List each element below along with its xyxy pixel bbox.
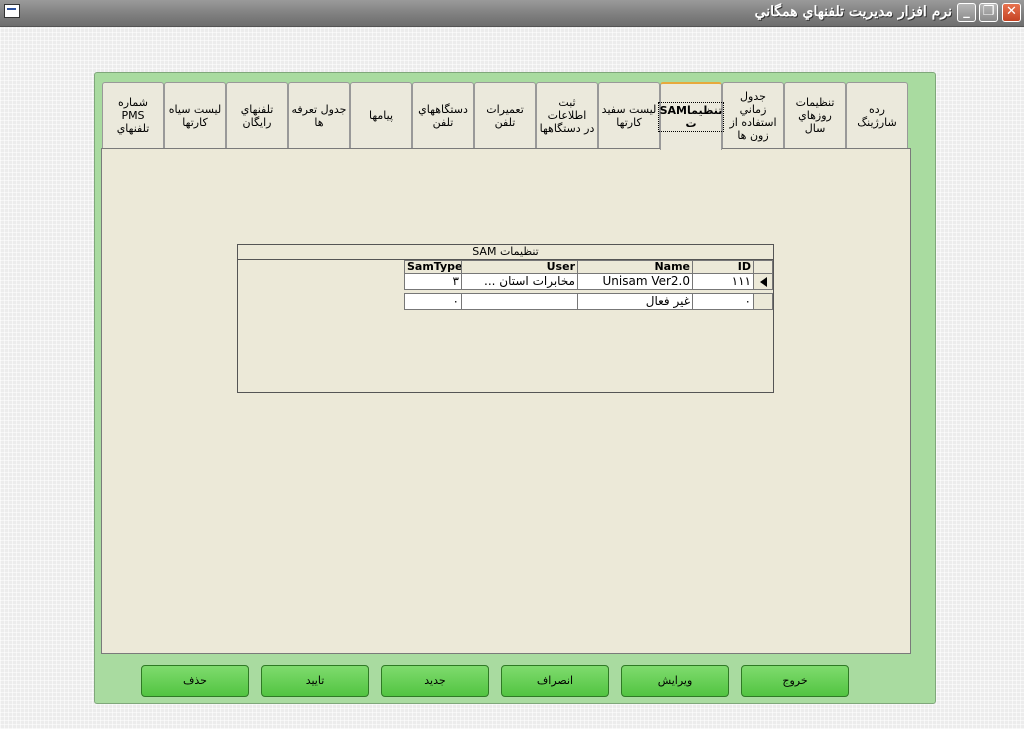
tab-panel xyxy=(101,148,911,654)
tab-sam-settings[interactable]: تنظيماSAM ت xyxy=(657,82,725,150)
tab-white-list[interactable]: ليست سفيد كارتها xyxy=(598,82,660,148)
new-button[interactable]: جديد xyxy=(381,665,489,697)
header-user[interactable]: User xyxy=(461,260,578,274)
tab-black-list[interactable]: ليست سياه كارتها xyxy=(164,82,226,148)
cell-name[interactable]: Unisam Ver2.0 xyxy=(577,273,693,290)
maximize-button[interactable]: ❐ xyxy=(979,3,998,22)
edit-button[interactable]: ويرايش xyxy=(621,665,729,697)
window-title: نرم افزار مديريت تلفنهاي همگاني xyxy=(754,4,952,20)
row-indicator[interactable] xyxy=(753,293,773,310)
cell-user[interactable] xyxy=(461,293,578,310)
cell-id[interactable]: ٠ xyxy=(692,293,754,310)
row-arrow-icon xyxy=(760,277,767,287)
delete-button[interactable]: حذف xyxy=(141,665,249,697)
tab-zone-schedule[interactable]: جدول زماني استفاده از زون ها xyxy=(722,82,784,148)
close-button[interactable]: ✕ xyxy=(1002,3,1021,22)
minimize-button[interactable]: _ xyxy=(957,3,976,22)
tab-strip: رده شارژينگ تنظيمات روزهاي سال جدول زمان… xyxy=(102,82,910,150)
grid-caption: تنظيمات SAM xyxy=(238,245,773,260)
title-bar: نرم افزار مديريت تلفنهاي همگاني _ ❐ ✕ xyxy=(0,0,1024,27)
app-icon[interactable] xyxy=(4,4,20,18)
tab-tariff-table[interactable]: جدول تعرفه ها xyxy=(288,82,350,148)
current-row-indicator[interactable] xyxy=(753,273,773,290)
header-name[interactable]: Name xyxy=(577,260,693,274)
header-samtype[interactable]: SamType xyxy=(404,260,462,274)
cell-samtype[interactable]: ٣ xyxy=(404,273,462,290)
header-indicator xyxy=(753,260,773,274)
sam-settings-grid[interactable]: تنظيمات SAM SamType User Name ID ٣ مخابر… xyxy=(237,244,774,393)
cell-user[interactable]: مخابرات استان ... xyxy=(461,273,578,290)
cell-id[interactable]: ١١١ xyxy=(692,273,754,290)
tab-year-days[interactable]: تنظيمات روزهاي سال xyxy=(784,82,846,148)
header-id[interactable]: ID xyxy=(692,260,754,274)
tab-phone-devices[interactable]: دستگاههاي تلفن xyxy=(412,82,474,148)
cell-name[interactable]: غير فعال xyxy=(577,293,693,310)
confirm-button[interactable]: تاييد xyxy=(261,665,369,697)
tab-free-phones[interactable]: تلفنهاي رايگان xyxy=(226,82,288,148)
exit-button[interactable]: خروج xyxy=(741,665,849,697)
tab-charging-class[interactable]: رده شارژينگ xyxy=(846,82,908,148)
tab-device-registration[interactable]: ثبت اطلاعات در دستگاهها xyxy=(536,82,598,148)
tab-messages[interactable]: پيامها xyxy=(350,82,412,148)
tab-pms-numbers[interactable]: شماره PMS تلفنهاي xyxy=(102,82,164,148)
cancel-button[interactable]: انصراف xyxy=(501,665,609,697)
tab-phone-repairs[interactable]: تعميرات تلفن xyxy=(474,82,536,148)
cell-samtype[interactable]: ٠ xyxy=(404,293,462,310)
